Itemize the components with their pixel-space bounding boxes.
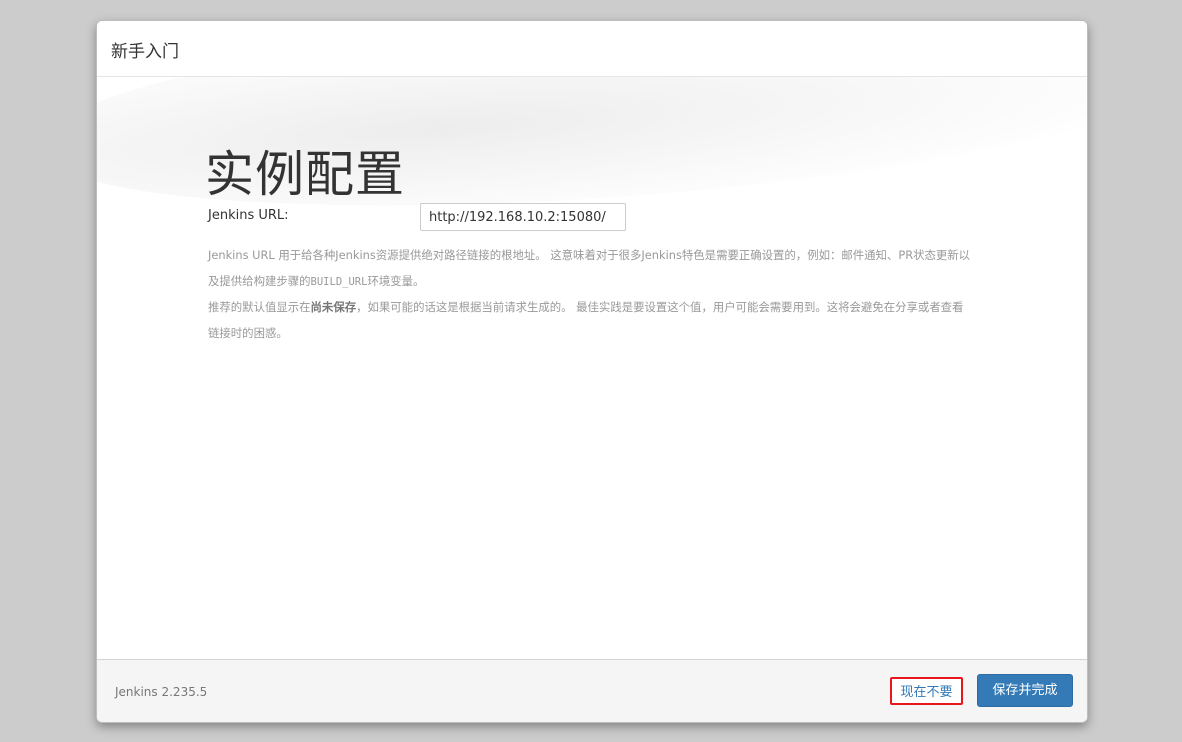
help-paragraph-2: 推荐的默认值显示在尚未保存，如果可能的话这是根据当前请求生成的。 最佳实践是要设…: [208, 300, 964, 340]
not-now-button[interactable]: 现在不要: [890, 677, 963, 705]
unsaved-emphasis: 尚未保存: [310, 300, 357, 314]
jenkins-url-input[interactable]: [420, 203, 626, 231]
jenkins-version: Jenkins 2.235.5: [115, 685, 208, 699]
dialog-title: 新手入门: [111, 42, 179, 62]
help-text: Jenkins URL 用于给各种Jenkins资源提供绝对路径链接的根地址。 …: [208, 243, 973, 346]
setup-wizard-dialog: 新手入门 实例配置 Jenkins URL: Jenkins URL 用于给各种…: [96, 20, 1088, 723]
dialog-header: 新手入门: [97, 21, 1087, 77]
build-url-code: BUILD_URL: [310, 275, 368, 288]
help-paragraph-1: Jenkins URL 用于给各种Jenkins资源提供绝对路径链接的根地址。 …: [208, 248, 971, 288]
jenkins-url-label: Jenkins URL:: [208, 208, 289, 223]
save-and-finish-button[interactable]: 保存并完成: [977, 674, 1073, 707]
dialog-footer: Jenkins 2.235.5 现在不要 保存并完成: [97, 659, 1087, 722]
page-title: 实例配置: [205, 146, 406, 203]
dialog-body: 实例配置 Jenkins URL: Jenkins URL 用于给各种Jenki…: [97, 77, 1087, 659]
